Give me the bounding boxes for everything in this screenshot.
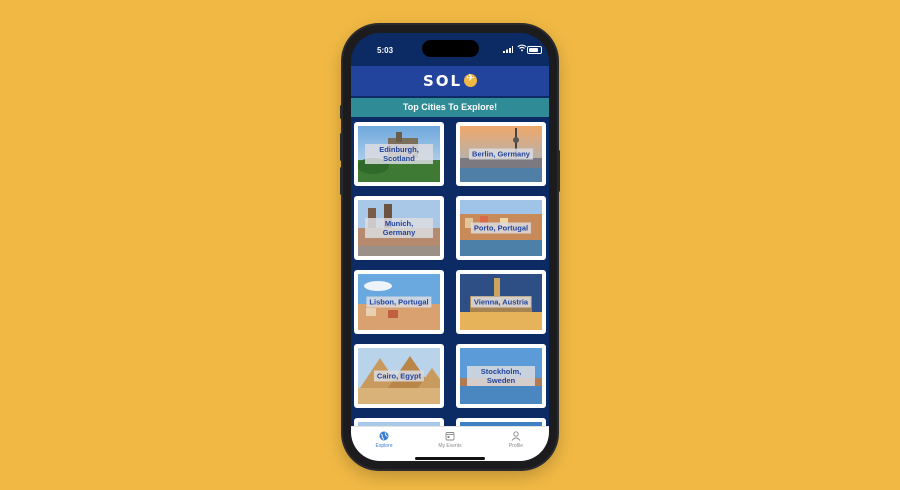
city-name: Stockholm, Sweden — [467, 366, 535, 386]
section-banner: Top Cities To Explore! — [351, 98, 549, 117]
city-name: Edinburgh, Scotland — [365, 144, 433, 164]
city-photo: Berlin, Germany — [460, 126, 542, 182]
city-name: Porto, Portugal — [470, 222, 532, 234]
city-card-lisbon[interactable]: Lisbon, Portugal — [354, 270, 444, 334]
city-name: Berlin, Germany — [469, 148, 533, 160]
city-grid: Edinburgh, Scotland Berlin, Germany Muni… — [351, 122, 549, 426]
city-card-cairo[interactable]: Cairo, Egypt — [354, 344, 444, 408]
city-name: Cairo, Egypt — [373, 370, 425, 382]
city-card-edinburgh[interactable]: Edinburgh, Scotland — [354, 122, 444, 186]
city-name: Vienna, Austria — [470, 296, 532, 308]
wifi-icon — [517, 44, 527, 52]
city-photo: Lisbon, Portugal — [358, 274, 440, 330]
volume-down-button — [340, 167, 343, 195]
city-photo: Stockholm, Sweden — [460, 348, 542, 404]
city-card-munich[interactable]: Munich, Germany — [354, 196, 444, 260]
status-bar: 5:03 — [351, 33, 549, 66]
dynamic-island — [422, 40, 479, 57]
calendar-icon — [445, 432, 455, 441]
tab-my-events[interactable]: My Events — [425, 431, 475, 449]
tab-explore[interactable]: Explore — [359, 431, 409, 449]
app-header: SOL — [351, 66, 549, 96]
city-photo: Cairo, Egypt — [358, 348, 440, 404]
city-photo: Porto, Portugal — [460, 200, 542, 256]
city-name: Lisbon, Portugal — [366, 296, 432, 308]
cellular-signal-icon — [503, 46, 513, 53]
plane-logo-icon — [464, 73, 478, 87]
phone-frame: 5:03 SOL Top Cities To Explore! — [340, 25, 560, 469]
battery-icon — [527, 46, 542, 54]
city-card-berlin[interactable]: Berlin, Germany — [456, 122, 546, 186]
tab-profile[interactable]: Profile — [491, 431, 541, 449]
mute-switch — [340, 105, 343, 119]
city-card-porto[interactable]: Porto, Portugal — [456, 196, 546, 260]
city-photo: Munich, Germany — [358, 200, 440, 256]
city-card-stockholm[interactable]: Stockholm, Sweden — [456, 344, 546, 408]
city-card-partial[interactable] — [354, 418, 444, 426]
city-photo: Vienna, Austria — [460, 274, 542, 330]
person-icon — [511, 431, 521, 441]
city-card-vienna[interactable]: Vienna, Austria — [456, 270, 546, 334]
city-name: Munich, Germany — [365, 218, 433, 238]
tab-label: Explore — [375, 443, 393, 449]
tab-label: Profile — [508, 443, 524, 449]
home-indicator[interactable] — [415, 457, 485, 460]
tab-label: My Events — [438, 443, 462, 449]
status-time: 5:03 — [377, 46, 394, 55]
phone-screen: 5:03 SOL Top Cities To Explore! — [351, 33, 549, 461]
tab-bar: Explore My Events Profile — [351, 426, 549, 461]
city-card-partial[interactable] — [456, 418, 546, 426]
city-photo: Edinburgh, Scotland — [358, 126, 440, 182]
app-logo-text: SOL — [422, 72, 463, 90]
power-button — [557, 150, 560, 192]
globe-icon — [379, 431, 389, 441]
volume-up-button — [340, 133, 343, 161]
